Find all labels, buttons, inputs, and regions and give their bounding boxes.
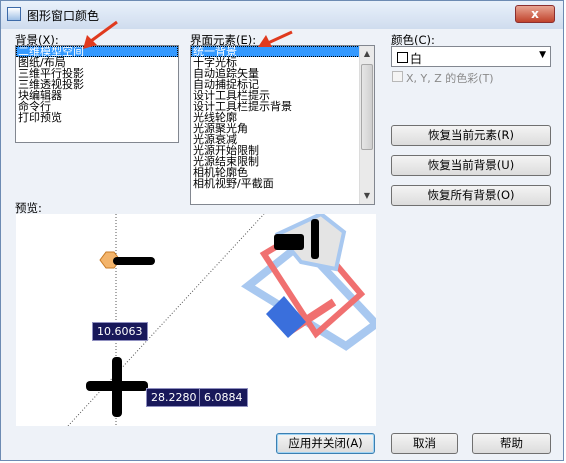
chevron-down-icon[interactable]: ▼	[539, 50, 546, 60]
interface-element-list-item[interactable]: 相机视野/平截面	[191, 178, 374, 189]
autosnap-tooltip-bar	[113, 257, 155, 265]
restore-current-context-button[interactable]: 恢复当前背景(U)	[391, 155, 551, 176]
restore-current-element-button[interactable]: 恢复当前元素(R)	[391, 125, 551, 146]
annotation-arrow-icon	[83, 20, 118, 49]
window-icon	[7, 7, 21, 21]
interface-element-items: 统一背景 十字光标 自动追踪矢量 自动捕捉标记 设计工具栏提示 设计工具栏提示背景 光线轮廓…	[191, 46, 374, 189]
color-value: 白	[410, 52, 423, 66]
apply-and-close-button[interactable]: 应用并关闭(A)	[276, 433, 375, 454]
annotation-arrow-icon	[258, 30, 293, 47]
help-button[interactable]: 帮助	[472, 433, 551, 454]
context-list-item[interactable]: 打印预览	[16, 112, 178, 123]
scroll-thumb[interactable]	[361, 64, 373, 150]
close-button[interactable]: x	[515, 5, 555, 23]
tint-xyz-checkbox[interactable]	[392, 71, 403, 82]
vertical-scrollbar[interactable]: ▲ ▼	[359, 46, 374, 204]
crosshair-horizontal	[86, 381, 148, 391]
scroll-down-icon[interactable]: ▼	[360, 189, 374, 203]
preview-pane: 10.6063 28.2280 6.0884	[16, 214, 376, 426]
cancel-button[interactable]: 取消	[391, 433, 458, 454]
light-and-camera-glyphs	[241, 214, 376, 351]
tint-xyz-label: X, Y, Z 的色彩(T)	[406, 72, 494, 85]
scroll-up-icon[interactable]: ▲	[360, 47, 374, 61]
camera-handle	[311, 219, 319, 259]
dimension-tooltip-3: 6.0884	[199, 388, 248, 407]
graphics-window-colors-dialog: 图形窗口颜色 x 背景(X): 二维模型空间 图纸/布局 三维平行投影 三维透视投影块…	[0, 0, 564, 461]
context-listbox[interactable]: 二维模型空间 图纸/布局 三维平行投影 三维透视投影 块编辑器 命令行 打印预览	[15, 45, 179, 143]
color-dropdown[interactable]: 白 ▼	[391, 46, 551, 67]
restore-all-contexts-button[interactable]: 恢复所有背景(O)	[391, 185, 551, 206]
interface-element-listbox[interactable]: 统一背景 十字光标 自动追踪矢量 自动捕捉标记 设计工具栏提示 设计工具栏提示背景 光线轮廓…	[190, 45, 375, 205]
dimension-tooltip-1: 10.6063	[92, 322, 148, 341]
dimension-tooltip-2: 28.2280	[146, 388, 202, 407]
camera-lens	[274, 234, 304, 250]
color-swatch	[397, 52, 408, 63]
